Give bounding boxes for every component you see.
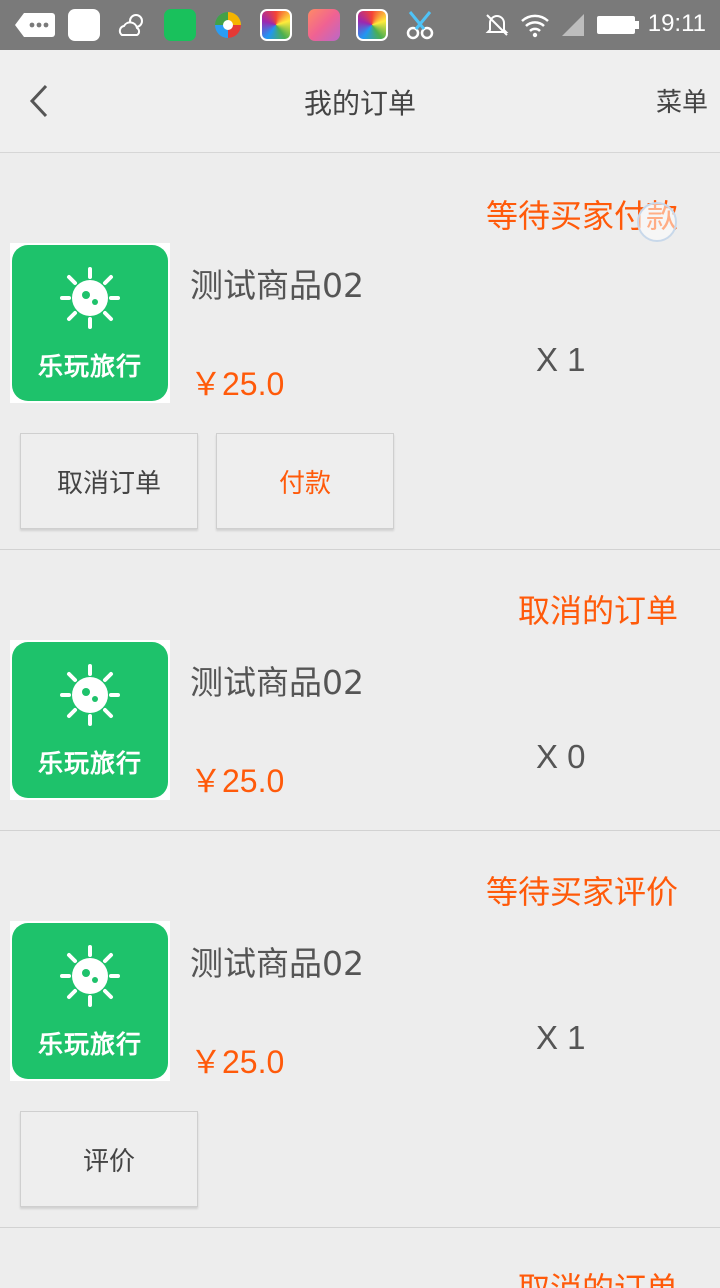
order-status: 等待买家评价 — [485, 873, 678, 911]
signal-icon — [562, 14, 584, 36]
logo-text: 乐玩旅行 — [37, 1030, 142, 1059]
order-card: 等待买家付款 乐玩旅行 测试商品02 ￥25.0 X 1 取消订单 付款 — [0, 153, 720, 550]
product-name: 测试商品02 — [190, 266, 364, 305]
logo-text: 乐玩旅行 — [37, 352, 142, 381]
product-price: ￥25.0 — [190, 763, 285, 799]
scissors-icon — [406, 11, 434, 40]
logo-text: 乐玩旅行 — [37, 749, 142, 778]
wifi-icon — [521, 14, 549, 38]
pay-button[interactable]: 付款 — [216, 433, 394, 529]
clock: 19:11 — [647, 10, 706, 37]
product-price: ￥25.0 — [190, 1044, 285, 1080]
weather-icon — [118, 14, 143, 36]
order-card: 取消的订单 — [0, 1228, 720, 1288]
product-thumbnail[interactable]: 乐玩旅行 — [10, 243, 170, 403]
app-store-icon — [308, 9, 340, 41]
app-colorful-icon — [260, 9, 292, 41]
virus-logo-icon — [60, 267, 120, 329]
message-icon — [15, 13, 55, 37]
product-name: 测试商品02 — [190, 944, 364, 983]
order-card: 等待买家评价 乐玩旅行 测试商品02 ￥25.0 X 1 评价 — [0, 831, 720, 1228]
app-colorful-icon — [356, 9, 388, 41]
product-price: ￥25.0 — [190, 366, 285, 402]
product-name: 测试商品02 — [190, 663, 364, 702]
review-button[interactable]: 评价 — [20, 1111, 198, 1207]
order-status: 取消的订单 — [518, 1264, 678, 1288]
app-header: 我的订单 菜单 — [0, 50, 720, 153]
loading-spinner-icon — [637, 202, 677, 242]
product-quantity: X 0 — [536, 738, 586, 775]
browser-icon — [215, 12, 241, 38]
product-thumbnail[interactable]: 乐玩旅行 — [10, 640, 170, 800]
order-status: 取消的订单 — [517, 592, 678, 630]
mute-icon — [485, 14, 509, 36]
virus-logo-icon — [60, 945, 120, 1007]
page-title: 我的订单 — [303, 87, 416, 120]
menu-button[interactable]: 菜单 — [656, 82, 708, 119]
shop-bag-icon — [164, 9, 196, 41]
order-card: 取消的订单 乐玩旅行 测试商品02 ￥25.0 X 0 — [0, 550, 720, 831]
status-bar: 19:11 — [0, 0, 720, 50]
battery-icon — [597, 16, 639, 34]
cancel-order-button[interactable]: 取消订单 — [20, 433, 198, 529]
product-thumbnail[interactable]: 乐玩旅行 — [10, 921, 170, 1081]
product-quantity: X 1 — [536, 341, 586, 378]
app-blank-icon — [68, 9, 100, 41]
virus-logo-icon — [60, 664, 120, 726]
product-quantity: X 1 — [536, 1019, 586, 1056]
